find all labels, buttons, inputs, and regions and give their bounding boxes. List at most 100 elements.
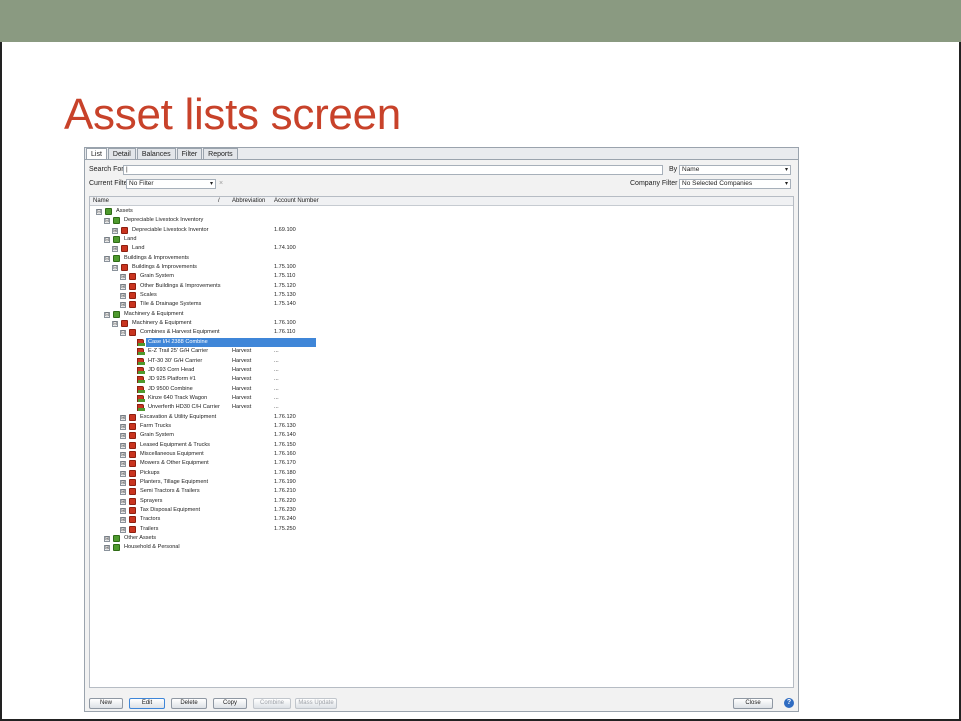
tree-row[interactable]: ⊞ Trailers 1.75.250: [90, 525, 793, 534]
tree-row[interactable]: JD 925 Platform #1 Harvest...: [90, 375, 793, 384]
tree-row[interactable]: ⊟ Land: [90, 235, 793, 244]
collapse-icon[interactable]: ⊟: [120, 330, 126, 337]
asset-group-icon: [113, 236, 120, 244]
row-name: Buildings & Improvements: [132, 264, 197, 271]
expand-icon[interactable]: ⊞: [120, 414, 126, 421]
collapse-icon[interactable]: ⊟: [104, 255, 110, 262]
tree-row[interactable]: ⊞ Depreciable Livestock Inventor 1.69.100: [90, 226, 793, 235]
collapse-icon[interactable]: ⊟: [104, 311, 110, 318]
expand-icon[interactable]: ⊞: [112, 227, 118, 234]
row-account-number: 1.76.160: [274, 450, 296, 457]
asset-account-icon: [129, 329, 136, 337]
asset-account-icon: [121, 226, 128, 234]
tree-row[interactable]: ⊞ Tractors 1.76.240: [90, 515, 793, 524]
tree-row[interactable]: Case I/H 2388 Combine: [90, 337, 793, 347]
collapse-icon[interactable]: ⊟: [112, 265, 118, 272]
tree-row[interactable]: ⊞ Grain System 1.75.110: [90, 272, 793, 281]
tree-row[interactable]: ⊞ Household & Personal: [90, 543, 793, 552]
column-name[interactable]: Name: [93, 198, 109, 205]
sort-by-select[interactable]: Name ▾: [679, 165, 791, 175]
tree-row[interactable]: JD 9500 Combine Harvest...: [90, 385, 793, 394]
tree-row[interactable]: ⊞ Mowers & Other Equipment 1.76.170: [90, 459, 793, 468]
tab-reports[interactable]: Reports: [203, 148, 238, 159]
row-account-number: ...: [274, 385, 279, 392]
tree-row[interactable]: ⊟ Assets: [90, 207, 793, 216]
expand-icon[interactable]: ⊞: [112, 246, 118, 253]
tree-row[interactable]: Kinze 640 Track Wagon Harvest...: [90, 394, 793, 403]
tree-row[interactable]: ⊞ Planters, Tillage Equipment 1.76.190: [90, 478, 793, 487]
expand-icon[interactable]: ⊞: [120, 274, 126, 281]
new-button[interactable]: New: [89, 698, 123, 709]
tree-row[interactable]: ⊟ Depreciable Livestock Inventory: [90, 216, 793, 225]
collapse-icon[interactable]: ⊟: [104, 237, 110, 244]
by-label: By: [669, 166, 678, 173]
tree-row[interactable]: ⊞ Pickups 1.76.180: [90, 469, 793, 478]
tree-row[interactable]: ⊟ Buildings & Improvements 1.75.100: [90, 263, 793, 272]
tree-row[interactable]: ⊟ Machinery & Equipment 1.76.100: [90, 319, 793, 328]
tab-list[interactable]: List: [86, 148, 107, 159]
equipment-icon: [137, 394, 145, 402]
tree-row[interactable]: ⊞ Excavation & Utility Equipment 1.76.120: [90, 413, 793, 422]
expand-icon[interactable]: ⊞: [104, 536, 110, 543]
expand-icon[interactable]: ⊞: [120, 461, 126, 468]
tree-row[interactable]: JD 693 Corn Head Harvest...: [90, 366, 793, 375]
tree-row[interactable]: ⊞ Tax Disposal Equipment 1.76.230: [90, 506, 793, 515]
expand-icon[interactable]: ⊞: [120, 433, 126, 440]
tree-row[interactable]: ⊞ Other Assets: [90, 534, 793, 543]
expand-icon[interactable]: ⊞: [120, 489, 126, 496]
expand-icon[interactable]: ⊞: [120, 517, 126, 524]
help-icon[interactable]: ?: [784, 698, 794, 708]
tab-filter[interactable]: Filter: [176, 148, 203, 159]
combine-button[interactable]: Combine: [253, 698, 291, 709]
clear-filter-icon[interactable]: ×: [219, 179, 223, 189]
tree-row[interactable]: ⊞ Farm Trucks 1.76.130: [90, 422, 793, 431]
collapse-icon[interactable]: ⊟: [104, 218, 110, 225]
expand-icon[interactable]: ⊞: [120, 283, 126, 290]
expand-icon[interactable]: ⊞: [120, 470, 126, 477]
tree-row[interactable]: ⊞ Grain System 1.76.140: [90, 431, 793, 440]
column-abbreviation[interactable]: Abbreviation: [232, 198, 265, 205]
tree-row[interactable]: ⊞ Land 1.74.100: [90, 244, 793, 253]
tree-row[interactable]: ⊞ Tile & Drainage Systems 1.75.140: [90, 300, 793, 309]
delete-button[interactable]: Delete: [171, 698, 207, 709]
expand-icon[interactable]: ⊞: [120, 423, 126, 430]
row-account-number: ...: [274, 376, 279, 383]
tree-row[interactable]: ⊟ Combines & Harvest Equipment 1.76.110: [90, 328, 793, 337]
tree-row[interactable]: ⊟ Machinery & Equipment: [90, 310, 793, 319]
tree-row[interactable]: ⊞ Other Buildings & Improvements 1.75.120: [90, 282, 793, 291]
expand-icon[interactable]: ⊞: [120, 498, 126, 505]
collapse-icon[interactable]: ⊟: [112, 321, 118, 328]
expand-icon[interactable]: ⊞: [104, 545, 110, 552]
copy-button[interactable]: Copy: [213, 698, 247, 709]
expand-icon[interactable]: ⊞: [120, 508, 126, 514]
edit-button[interactable]: Edit: [129, 698, 165, 709]
search-input[interactable]: |: [123, 165, 663, 175]
tree-row[interactable]: E-Z Trail 25' G/H Carrier Harvest...: [90, 347, 793, 356]
tree-row[interactable]: ⊞ Sprayers 1.76.220: [90, 497, 793, 506]
asset-account-icon: [129, 478, 136, 486]
row-name: Assets: [116, 208, 133, 214]
expand-icon[interactable]: ⊞: [120, 479, 126, 486]
tree-row[interactable]: ⊞ Semi Tractors & Trailers 1.76.210: [90, 487, 793, 496]
tab-balances[interactable]: Balances: [136, 148, 176, 159]
expand-icon[interactable]: ⊞: [120, 293, 126, 300]
tree-row[interactable]: ⊞ Leased Equipment & Trucks 1.76.150: [90, 441, 793, 450]
tree-row[interactable]: ⊞ Miscellaneous Equipment 1.76.160: [90, 450, 793, 459]
expand-icon[interactable]: ⊞: [120, 302, 126, 309]
expand-icon[interactable]: ⊞: [120, 526, 126, 533]
tab-detail[interactable]: Detail: [107, 148, 136, 159]
row-name: Machinery & Equipment: [132, 320, 192, 327]
close-button[interactable]: Close: [733, 698, 773, 709]
tree-row[interactable]: ⊞ Scales 1.75.130: [90, 291, 793, 300]
expand-icon[interactable]: ⊞: [120, 442, 126, 449]
tree-row[interactable]: HT-30 30' G/H Carrier Harvest...: [90, 357, 793, 366]
company-filter-select[interactable]: No Selected Companies ▾: [679, 179, 791, 189]
collapse-icon[interactable]: ⊟: [96, 209, 102, 215]
expand-icon[interactable]: ⊞: [120, 451, 126, 458]
asset-account-icon: [129, 460, 136, 468]
column-account-number[interactable]: Account Number: [274, 198, 319, 205]
mass-update-button[interactable]: Mass Update: [295, 698, 337, 709]
tree-row[interactable]: Unverferth HD30 C/H Carrier Harvest...: [90, 403, 793, 412]
current-filter-select[interactable]: No Filter ▾: [126, 179, 216, 189]
tree-row[interactable]: ⊟ Buildings & Improvements: [90, 254, 793, 263]
